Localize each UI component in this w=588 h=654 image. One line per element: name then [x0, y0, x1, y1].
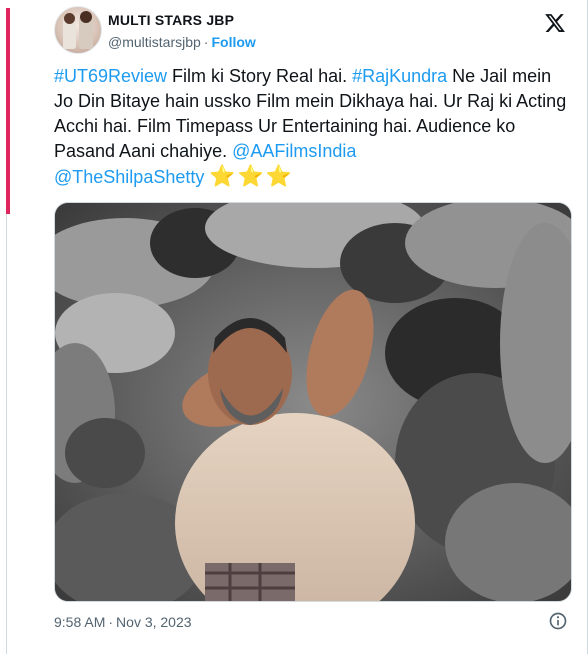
mention-aafilmsindia[interactable]: @AAFilmsIndia: [232, 141, 356, 161]
author-name[interactable]: MULTI STARS JBP: [108, 12, 234, 28]
author-handle-row: @multistarsjbp · Follow: [108, 34, 256, 50]
tweet-timestamp[interactable]: 9:58 AM · Nov 3, 2023: [54, 614, 192, 630]
movie-still-image: [55, 203, 571, 601]
left-accent-bar: [6, 8, 10, 214]
timestamp-separator: ·: [108, 614, 114, 630]
tweet-text-part1: Film ki Story Real hai.: [167, 66, 353, 86]
star-rating-emojis: ⭐⭐⭐: [209, 165, 294, 188]
tweet-card: MULTI STARS JBP @multistarsjbp · Follow #U…: [40, 0, 580, 654]
mention-theshilpashetty[interactable]: @TheShilpaShetty: [54, 167, 204, 187]
info-icon[interactable]: [548, 611, 568, 631]
left-divider: [6, 214, 7, 654]
hashtag-ut69review[interactable]: #UT69Review: [54, 66, 167, 86]
tweet-time: 9:58 AM: [54, 614, 106, 630]
tweet-date: Nov 3, 2023: [116, 614, 192, 630]
tweet-header: MULTI STARS JBP @multistarsjbp · Follow: [54, 6, 580, 56]
avatar-head-left: [64, 13, 75, 24]
author-handle[interactable]: @multistarsjbp: [108, 34, 201, 50]
avatar-head-right: [80, 11, 92, 23]
hashtag-rajkundra[interactable]: #RajKundra: [352, 66, 447, 86]
handle-separator: ·: [203, 34, 209, 50]
tweet-media-image[interactable]: [54, 202, 572, 602]
tweet-text: #UT69Review Film ki Story Real hai. #Raj…: [54, 64, 574, 190]
x-logo-icon[interactable]: [544, 12, 566, 34]
follow-button[interactable]: Follow: [211, 34, 255, 50]
avatar[interactable]: [54, 6, 102, 54]
